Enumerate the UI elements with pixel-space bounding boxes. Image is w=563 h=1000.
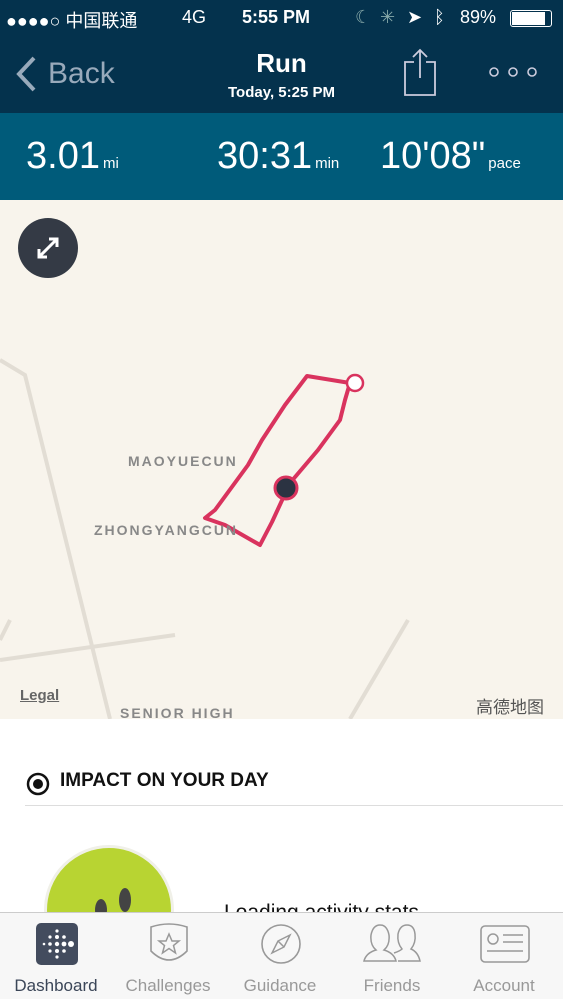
battery-icon [510,10,552,27]
route-end-marker [273,475,299,501]
tab-label: Challenges [125,976,211,995]
page-subtitle: Today, 5:25 PM [228,84,335,101]
share-icon[interactable] [402,48,438,98]
bluetooth-icon: ᛒ [434,7,445,27]
pace-value: 10'08" [380,135,486,177]
friends-icon [363,924,421,962]
map-label: ZHONGYANGCUN [94,522,239,538]
battery-percent: 89% [460,7,497,27]
route-start-marker [345,373,365,393]
activity-icon: ✳ [380,7,396,27]
expand-button[interactable] [18,218,78,278]
nav-bar: Back Run Today, 5:25 PM [0,36,563,113]
tab-label: Guidance [243,976,317,995]
carrier: ●●●●○ 中国联通 [6,11,138,31]
distance-unit: mi [102,155,119,172]
duration-stat: 30:31 min [217,135,339,178]
expand-icon [37,237,59,259]
tab-label: Dashboard [14,976,98,995]
impact-title: IMPACT ON YOUR DAY [60,770,269,791]
tab-challenges[interactable]: Challenges [112,913,224,1000]
challenges-icon [150,923,188,961]
compass-icon [261,924,301,964]
duration-value: 30:31 [217,135,313,177]
account-card-icon [480,925,530,963]
duration-unit: min [315,155,340,172]
moon-icon: ☾ [355,7,372,27]
more-icon[interactable] [488,66,538,78]
network: 4G [182,7,207,27]
tab-guidance[interactable]: Guidance [224,913,336,1000]
tab-dashboard[interactable]: Dashboard [0,913,112,1000]
pace-unit: pace [488,155,521,172]
dashboard-icon [36,923,78,965]
map-provider-logo: 高德地图 [476,698,544,717]
distance-value: 3.01 [26,135,100,177]
tab-friends[interactable]: Friends [336,913,448,1000]
clock: 5:55 PM [242,7,311,27]
route-map[interactable]: MAOYUECUN ZHONGYANGCUN SENIOR HIGH Legal… [0,200,563,719]
distance-stat: 3.01 mi [26,135,119,178]
map-roads [0,358,410,719]
legal-link[interactable]: Legal [20,687,59,704]
map-label: MAOYUECUN [128,453,238,469]
tab-account[interactable]: Account [448,913,560,1000]
tab-label: Account [473,976,535,995]
tab-bar: Dashboard Challenges Guidance Friends Ac… [0,912,563,999]
stats-bar: 3.01 mi 30:31 min 10'08" pace [0,113,563,200]
location-icon: ➤ [407,7,423,27]
page-title: Run [256,48,307,78]
divider [25,805,563,806]
status-bar: ●●●●○ 中国联通 4G 5:55 PM ☾ ✳ ➤ ᛒ 89% [0,0,563,36]
tab-label: Friends [363,976,421,995]
target-icon [26,772,50,796]
map-label: SENIOR HIGH [120,705,235,719]
pace-stat: 10'08" pace [380,135,521,178]
